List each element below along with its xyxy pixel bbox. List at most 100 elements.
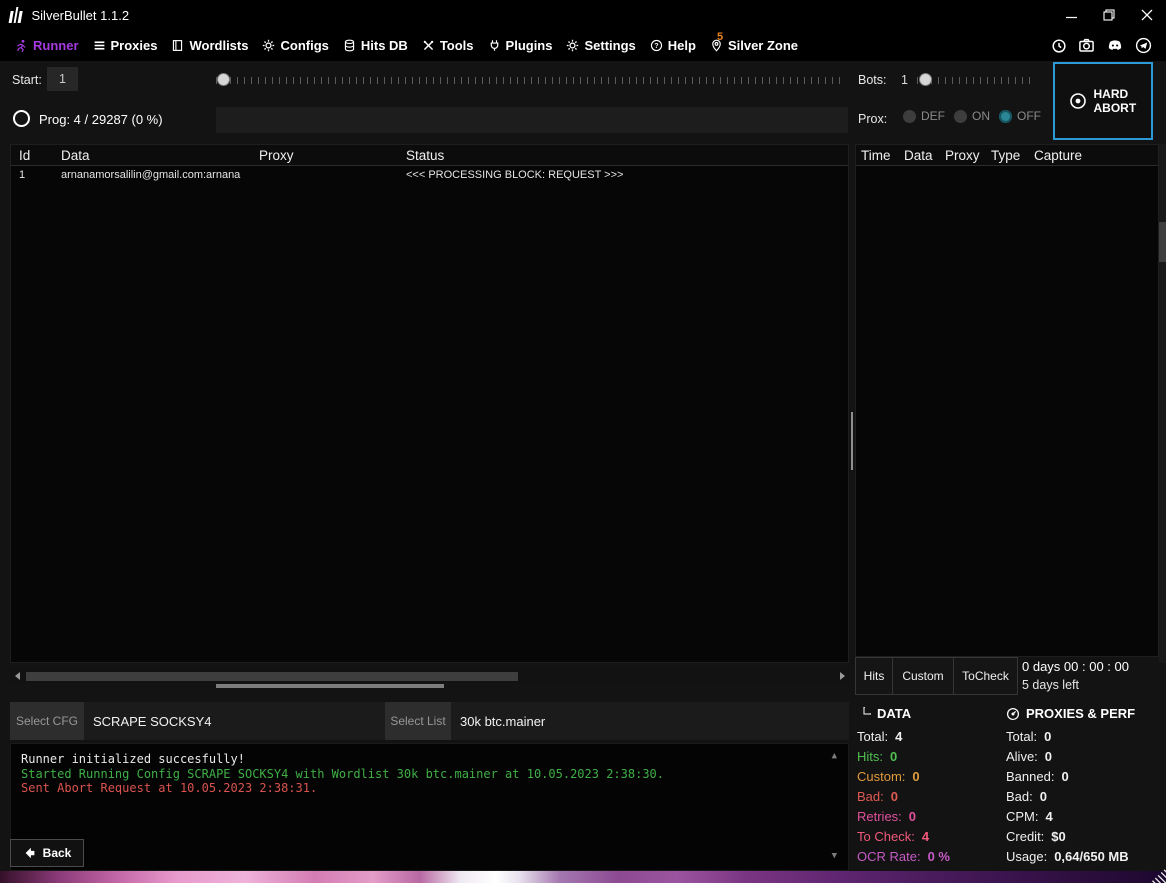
radio-label: OFF: [1017, 109, 1041, 123]
bots-label: Bots:: [858, 73, 887, 87]
radio-label: ON: [972, 109, 990, 123]
vertical-scrollbar[interactable]: [1159, 144, 1166, 663]
nav-item-plugins[interactable]: Plugins: [481, 38, 560, 53]
column-header-data: Data: [899, 148, 940, 163]
nav-item-help[interactable]: ? Help: [643, 38, 703, 53]
nav-item-proxies[interactable]: Proxies: [86, 38, 165, 53]
cell-data: arnanamorsalilin@gmail.com:arnana: [53, 169, 251, 181]
svg-text:?: ?: [654, 43, 658, 50]
log-scroll-up-icon[interactable]: ▲: [832, 749, 837, 764]
column-header-time: Time: [856, 148, 899, 163]
telegram-icon[interactable]: [1135, 37, 1152, 54]
scrollbar-thumb[interactable]: [1159, 222, 1166, 262]
book-icon: [171, 39, 184, 52]
tools-icon: [422, 39, 435, 52]
titlebar: SilverBullet 1.1.2: [0, 0, 1166, 30]
maximize-icon: [1103, 9, 1115, 21]
select-config-button[interactable]: Select CFG: [10, 702, 84, 740]
config-name-field[interactable]: SCRAPE SOCKSY4: [84, 702, 385, 740]
app-logo-icon: [9, 7, 23, 23]
proxies-perf-panel-header: PROXIES & PERF: [1006, 706, 1135, 721]
scroll-right-button[interactable]: [835, 669, 849, 683]
splitter-handle[interactable]: [851, 412, 853, 470]
column-header-status: Status: [398, 148, 848, 163]
stat-hits: Hits:0: [857, 746, 950, 766]
discord-icon[interactable]: [1106, 37, 1124, 54]
radio-icon: [903, 110, 916, 123]
nav-item-label: Proxies: [111, 38, 158, 53]
nav-item-label: Help: [668, 38, 696, 53]
days-left-label: 5 days left: [1022, 678, 1079, 692]
data-panel-header: DATA: [857, 706, 911, 721]
nav-item-silver-zone[interactable]: 5 Silver Zone: [703, 38, 805, 53]
data-panel-title: DATA: [877, 706, 911, 721]
nav-item-label: Configs: [280, 38, 328, 53]
pie-chart-icon: [857, 707, 871, 721]
scroll-left-button[interactable]: [10, 669, 24, 683]
nav-item-tools[interactable]: Tools: [415, 38, 481, 53]
scrollbar-thumb[interactable]: [26, 672, 518, 681]
slider-track: [216, 77, 845, 84]
slider-track: [917, 77, 1036, 84]
camera-icon[interactable]: [1078, 37, 1095, 54]
column-header-proxy: Proxy: [940, 148, 986, 163]
slider-thumb[interactable]: [919, 73, 932, 86]
nav-item-settings[interactable]: Settings: [559, 38, 642, 53]
horizontal-scrollbar[interactable]: [10, 669, 849, 683]
runner-icon: [15, 39, 28, 52]
prox-label: Prox:: [858, 112, 887, 126]
table-header: Time Data Proxy Type Capture: [856, 145, 1158, 166]
database-icon: [343, 39, 356, 52]
scrollbar-track[interactable]: [24, 669, 835, 683]
start-slider[interactable]: [216, 73, 845, 87]
table-header: Id Data Proxy Status: [11, 145, 848, 166]
abort-record-icon: [1069, 92, 1087, 110]
close-button[interactable]: [1128, 0, 1166, 30]
gauge-icon: [1006, 707, 1020, 721]
data-panel: Total:4 Hits:0 Custom:0 Bad:0 Retries:0 …: [857, 726, 950, 866]
start-input[interactable]: [47, 67, 78, 91]
table-row[interactable]: 1 arnanamorsalilin@gmail.com:arnana <<< …: [11, 166, 848, 183]
nav-item-hits-db[interactable]: Hits DB: [336, 38, 415, 53]
hits-table: Time Data Proxy Type Capture: [855, 144, 1159, 657]
stat-usage: Usage:0,64/650 MB: [1006, 846, 1129, 866]
stat-cpm: CPM:4: [1006, 806, 1129, 826]
elapsed-timer: 0 days 00 : 00 : 00: [1022, 659, 1129, 674]
tab-hits[interactable]: Hits: [855, 657, 893, 695]
prox-radio-def[interactable]: DEF: [903, 109, 945, 123]
maximize-button[interactable]: [1090, 0, 1128, 30]
list-icon: [93, 39, 106, 52]
minimize-button[interactable]: [1052, 0, 1090, 30]
slider-thumb[interactable]: [217, 73, 230, 86]
stat-total: Total:4: [857, 726, 950, 746]
nav-item-label: Plugins: [506, 38, 553, 53]
start-label: Start:: [12, 73, 42, 87]
hard-abort-label: HARD ABORT: [1094, 87, 1138, 115]
desktop-wallpaper-strip: [0, 871, 1166, 883]
radio-icon: [954, 110, 967, 123]
back-button[interactable]: Back: [10, 839, 84, 867]
nav-item-wordlists[interactable]: Wordlists: [164, 38, 255, 53]
select-list-button[interactable]: Select List: [385, 702, 451, 740]
back-label: Back: [43, 846, 72, 860]
proxies-perf-title: PROXIES & PERF: [1026, 706, 1135, 721]
nav-right-icons: [1050, 37, 1166, 54]
history-icon[interactable]: [1050, 37, 1067, 54]
bots-slider[interactable]: [917, 73, 1036, 87]
nav-item-runner[interactable]: Runner: [8, 38, 86, 53]
column-header-id: Id: [11, 148, 53, 163]
tab-tocheck[interactable]: ToCheck: [953, 657, 1018, 695]
prox-radio-on[interactable]: ON: [954, 109, 990, 123]
hard-abort-button[interactable]: HARD ABORT: [1053, 62, 1153, 140]
nav-item-configs[interactable]: Configs: [255, 38, 335, 53]
window-title: SilverBullet 1.1.2: [32, 8, 130, 23]
wordlist-name-field[interactable]: 30k btc.mainer: [451, 702, 849, 740]
log-scroll-down-icon[interactable]: ▼: [832, 849, 837, 864]
back-arrow-icon: [23, 846, 37, 860]
silverbullet-window: SilverBullet 1.1.2 Runner Proxies Wordli…: [0, 0, 1166, 883]
tab-custom[interactable]: Custom: [892, 657, 954, 695]
prox-radio-off[interactable]: OFF: [999, 109, 1041, 123]
stat-retries: Retries:0: [857, 806, 950, 826]
progress-text: Prog: 4 / 29287 (0 %): [39, 112, 163, 127]
runner-log: Runner initialized succesfully! Started …: [10, 743, 849, 871]
